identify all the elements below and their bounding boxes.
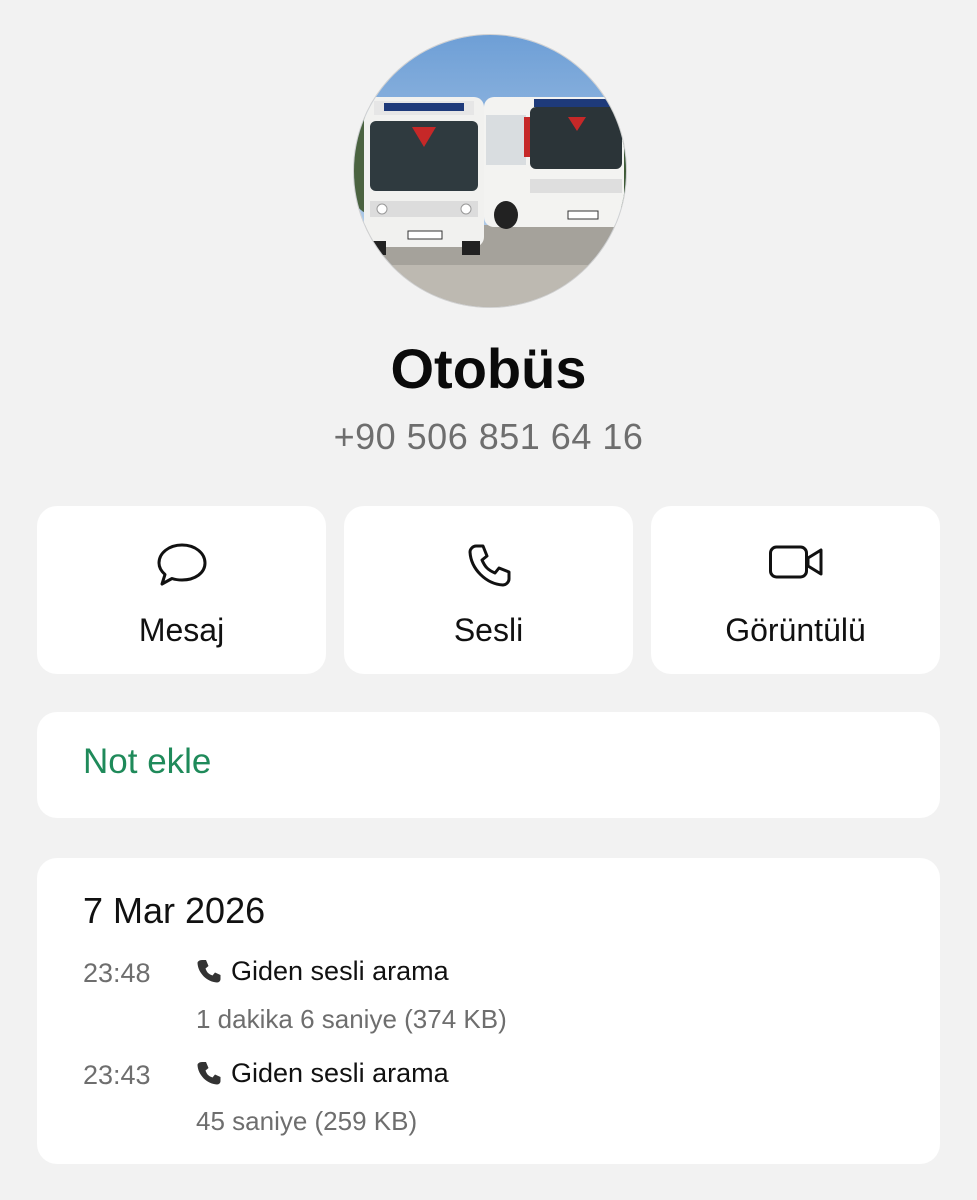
video-call-button[interactable]: Görüntülü [651, 506, 940, 674]
bus-right [484, 97, 624, 229]
call-history-card: 7 Mar 2026 23:48 Giden sesli arama 1 dak… [37, 858, 940, 1164]
call-duration: 1 dakika 6 saniye (374 KB) [196, 1004, 507, 1034]
call-type: Giden sesli arama [231, 956, 449, 986]
voice-call-button-label: Sesli [453, 612, 524, 648]
bus-left [364, 97, 484, 255]
call-type: Giden sesli arama [231, 1058, 449, 1088]
message-button-label: Mesaj [138, 612, 225, 648]
add-note-row[interactable]: Not ekle [37, 712, 940, 818]
call-time: 23:43 [83, 1060, 151, 1090]
message-button[interactable]: Mesaj [37, 506, 326, 674]
call-history-date: 7 Mar 2026 [83, 890, 266, 931]
add-note-label: Not ekle [83, 742, 212, 781]
video-camera-icon [768, 545, 822, 579]
bus-photo [354, 35, 626, 307]
call-time: 23:48 [83, 958, 151, 988]
call-duration: 45 saniye (259 KB) [196, 1106, 418, 1136]
video-call-button-label: Görüntülü [725, 612, 866, 648]
phone-icon [468, 544, 510, 587]
outgoing-call-icon [196, 958, 222, 989]
voice-call-button[interactable]: Sesli [344, 506, 633, 674]
contact-avatar[interactable] [353, 34, 627, 308]
speech-bubble-icon [157, 543, 206, 586]
outgoing-call-icon [196, 1060, 222, 1091]
contact-phone-number: +90 506 851 64 16 [333, 416, 644, 457]
contact-name: Otobüs [390, 337, 587, 400]
